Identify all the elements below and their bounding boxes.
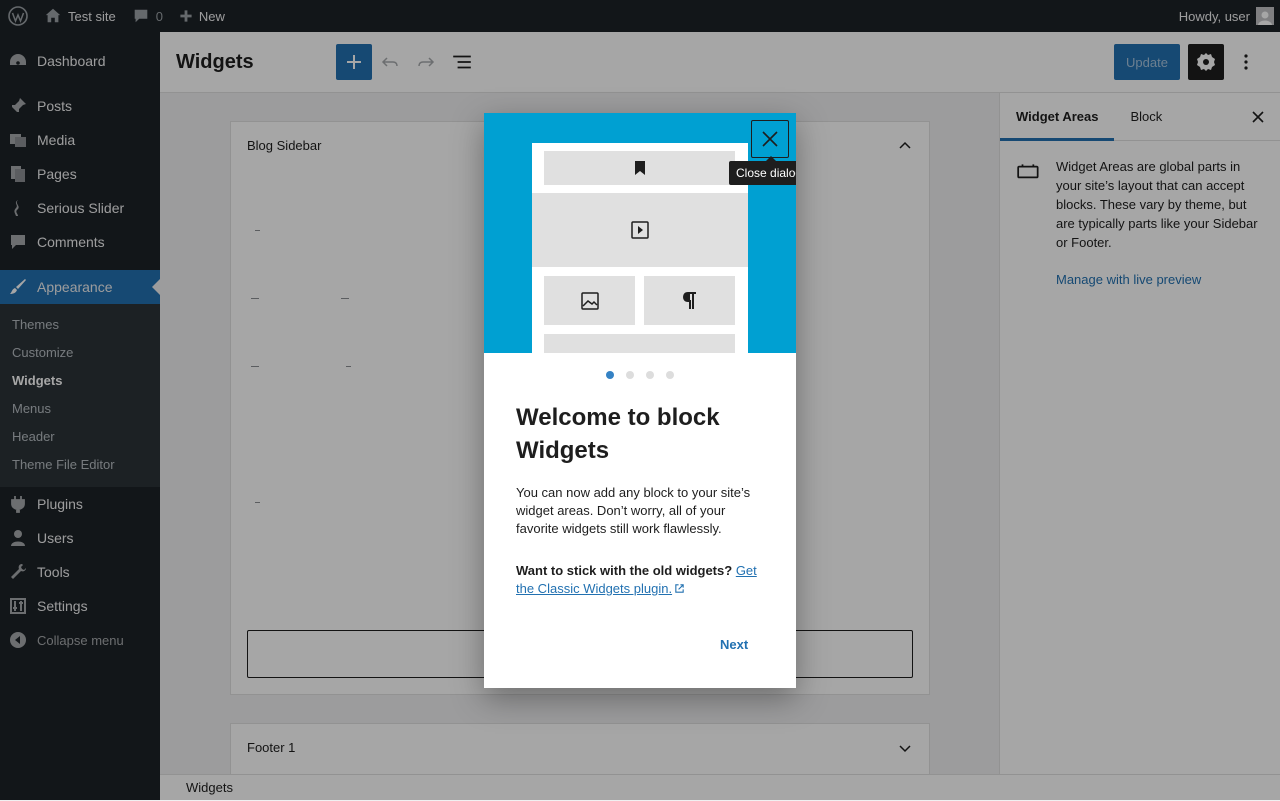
page-indicator [484,371,796,379]
classic-prefix: Want to stick with the old widgets? [516,563,733,578]
close-dialog-tooltip: Close dialog [729,156,796,185]
page-dot[interactable] [606,371,614,379]
dialog-text: You can now add any block to your site’s… [516,485,751,536]
page-dot[interactable] [666,371,674,379]
illustration-block [544,334,735,353]
external-link-icon [675,584,684,593]
paragraph-icon [682,291,696,309]
illustration-block [544,151,735,185]
guide-illustration: Close dialog [484,113,796,353]
image-icon [580,291,599,310]
video-icon [631,221,649,239]
page-dot[interactable] [646,371,654,379]
illustration-block [532,193,748,267]
welcome-guide-dialog: Close dialog Welcome to block Widgets Yo… [484,113,796,688]
classic-widgets-note: Want to stick with the old widgets? Get … [516,562,766,598]
illustration-page [532,143,748,353]
next-button[interactable]: Next [720,637,748,652]
close-dialog-button[interactable] [751,120,789,158]
dialog-title: Welcome to block Widgets [516,404,720,464]
illustration-block [544,276,635,325]
illustration-block [644,276,735,325]
close-icon [762,131,778,147]
page-dot[interactable] [626,371,634,379]
bookmark-icon [634,161,645,175]
